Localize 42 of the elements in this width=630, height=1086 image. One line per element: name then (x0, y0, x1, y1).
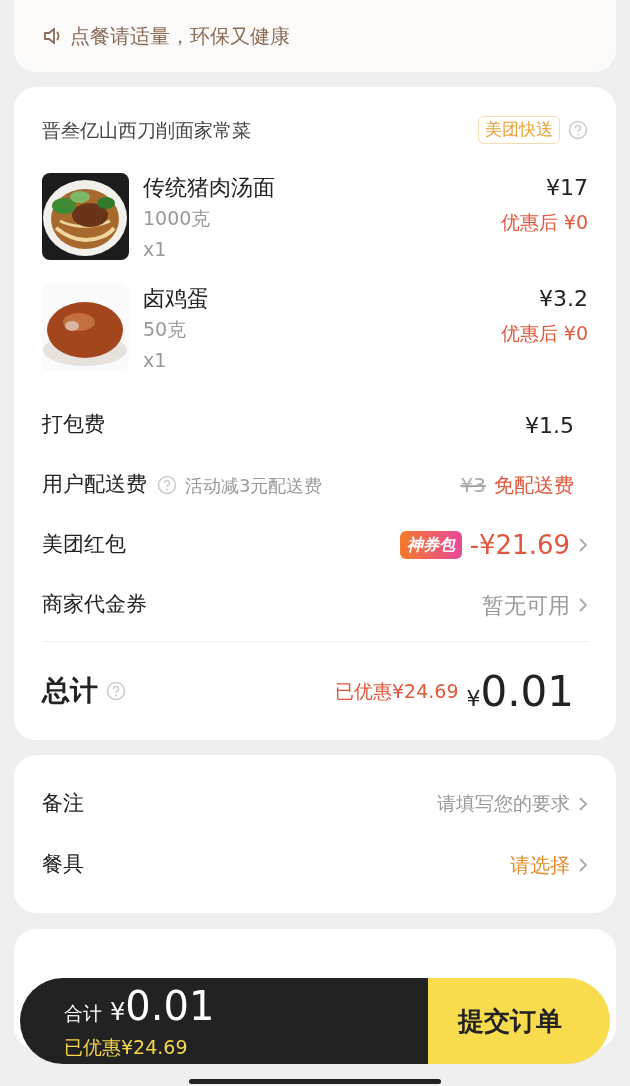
coupon-badge: 神券包 (399, 531, 462, 559)
fee-value: -¥21.69 (469, 528, 570, 562)
shop-name: 晋叁亿山西刀削面家常菜 (42, 117, 251, 143)
item-weight: 1000克 (143, 206, 212, 231)
item-quantity: x1 (143, 237, 168, 262)
item-name: 传统猪肉汤面 (143, 174, 276, 202)
fee-value: 免配送费 (494, 472, 574, 499)
option-value[interactable]: 请选择 (510, 849, 570, 880)
item-name: 卤鸡蛋 (143, 285, 210, 313)
fee-value: 暂无可用 (482, 591, 570, 620)
total-label: 总计 (42, 673, 98, 709)
bar-saved-amount: 已优惠¥24.69 (64, 1035, 189, 1060)
chevron-right-icon (578, 856, 588, 873)
chevron-right-icon (578, 537, 588, 553)
item-price: ¥3.2 (538, 285, 588, 313)
chevron-right-icon (578, 597, 588, 613)
discounted-price: 优惠后 ¥0 (500, 210, 588, 235)
discounted-price: 优惠后 ¥0 (500, 321, 588, 346)
option-label: 餐具 (42, 850, 84, 878)
total-amount: ¥0.01 (466, 665, 574, 718)
item-quantity: x1 (143, 348, 168, 373)
option-label: 备注 (42, 789, 84, 817)
help-icon (568, 120, 588, 140)
fee-value: ¥1.5 (525, 411, 574, 440)
fee-label: 打包费 (42, 411, 105, 439)
submit-order-button[interactable]: 提交订单 (428, 978, 610, 1064)
saved-amount: 已优惠¥24.69 (335, 678, 459, 704)
notice-text: 点餐请适量，环保又健康 (70, 23, 290, 50)
help-icon (106, 681, 126, 701)
promo-note: 活动减3元配送费 (185, 473, 323, 498)
item-weight: 50克 (143, 317, 188, 342)
fee-label: 美团红包 (42, 531, 126, 559)
chevron-right-icon (578, 795, 588, 812)
bar-total-amount: ¥0.01 (110, 984, 215, 1031)
delivery-tag: 美团快送 (478, 116, 560, 144)
help-icon (157, 475, 177, 495)
fee-label: 用户配送费 (42, 471, 147, 499)
remark-field[interactable]: 请填写您的要求 (437, 789, 570, 818)
item-price: ¥17 (545, 174, 588, 202)
bar-total-label: 合计 (64, 1001, 102, 1026)
original-fee: ¥3 (460, 472, 486, 499)
fee-label: 商家代金券 (42, 591, 147, 619)
